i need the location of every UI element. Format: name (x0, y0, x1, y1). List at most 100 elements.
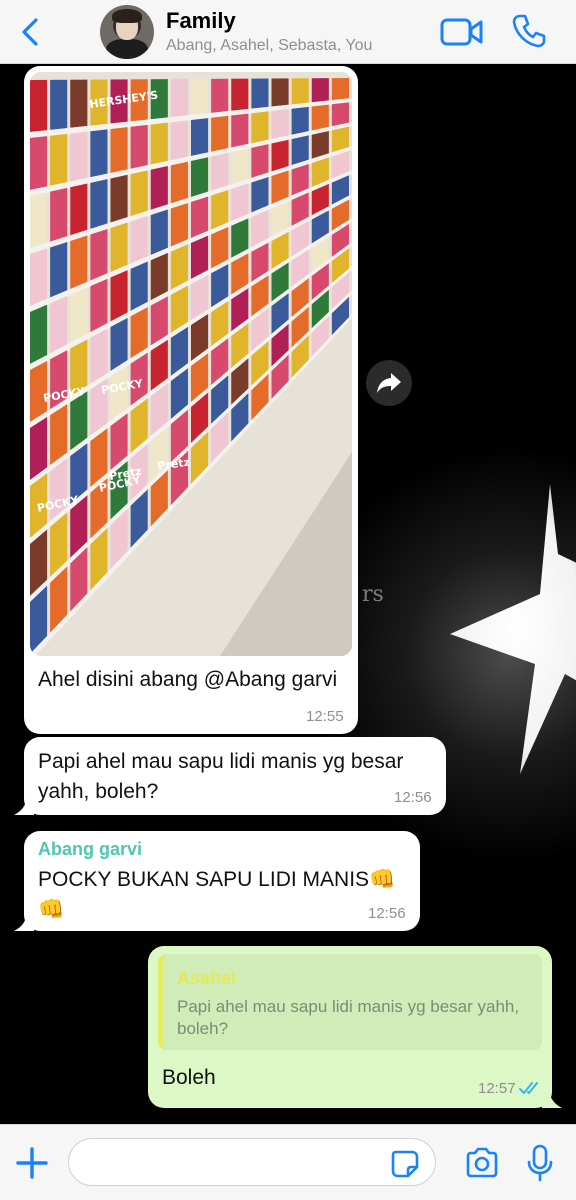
message-time: 12:56 (394, 789, 432, 806)
message-text: Papi ahel mau sapu lidi manis yg besar y… (38, 750, 404, 803)
read-receipt-icon (519, 1082, 538, 1094)
bubble-tail (14, 799, 34, 815)
shelf-product (110, 174, 128, 223)
incoming-message-bubble[interactable]: Papi ahel mau sapu lidi manis yg besar y… (14, 737, 446, 815)
shelf-product (30, 192, 48, 248)
shelf-product (271, 109, 289, 139)
message-time: 12:55 (306, 708, 344, 725)
quoted-text: Papi ahel mau sapu lidi manis yg besar y… (177, 997, 520, 1038)
chat-participants[interactable]: Abang, Asahel, Sebasta, You (166, 37, 372, 55)
shelf-product (211, 78, 229, 113)
shelf-product (130, 124, 148, 169)
shelf-product (70, 183, 88, 236)
shelf-product (110, 127, 128, 173)
shelf-product (291, 106, 309, 135)
shelf-product (90, 129, 108, 178)
shelf-product (231, 113, 249, 148)
shelf-product (170, 79, 188, 118)
shelf-product (130, 215, 148, 264)
background-overlay-text: rs (362, 582, 384, 607)
shelf-product (30, 304, 48, 364)
message-input[interactable] (85, 1149, 385, 1177)
shelf-product (150, 122, 168, 165)
shelf-product (70, 131, 88, 182)
shelf-product (90, 228, 108, 281)
chat-title[interactable]: Family (166, 8, 236, 34)
shelf-product (231, 78, 249, 111)
shelf-product (50, 241, 68, 298)
shelf-product (90, 278, 108, 333)
camera-button[interactable] (464, 1145, 500, 1181)
shelf-product (170, 120, 188, 161)
message-text: POCKY BUKAN SAPU LIDI MANIS👊 👊 (38, 868, 396, 921)
shared-photo[interactable]: HERSHEY'S POCKY POCKY POCKY POCKY Pretz Pretz (30, 72, 352, 656)
message-field[interactable] (68, 1138, 436, 1186)
shelf-product (271, 78, 289, 107)
shelf-product (271, 139, 289, 172)
chat-header: Family Abang, Asahel, Sebasta, You (0, 0, 576, 64)
avatar-figure (106, 39, 148, 59)
message-text: Boleh (162, 1066, 216, 1089)
shelf-product (70, 235, 88, 289)
shelf-product (211, 115, 229, 152)
shelf-product (30, 136, 48, 190)
video-camera-icon (440, 18, 483, 46)
message-time: 12:56 (368, 905, 406, 922)
plus-icon (16, 1147, 48, 1179)
shelf-product (50, 296, 68, 354)
voice-call-button[interactable] (511, 13, 547, 49)
shelf-product (311, 78, 329, 103)
shelf-product (251, 144, 269, 178)
shelf-product (130, 170, 148, 217)
star-shape (450, 484, 576, 774)
video-call-button[interactable] (440, 16, 484, 48)
shelf-product (30, 248, 48, 306)
shelf-product (191, 118, 209, 156)
shelf-product (170, 202, 188, 247)
shelf-product (50, 133, 68, 186)
shelf-product (251, 111, 269, 144)
shelf-product (331, 102, 349, 127)
attach-button[interactable] (14, 1145, 50, 1181)
shelf-product (110, 270, 128, 322)
shelf-product (170, 161, 188, 204)
sender-name[interactable]: Abang garvi (38, 839, 142, 860)
shelf-product (231, 148, 249, 185)
shelf-product (191, 157, 209, 197)
shelf-product (251, 78, 269, 109)
chevron-left-icon (22, 18, 38, 46)
shelf-product (150, 209, 168, 255)
bubble-tail (14, 915, 34, 931)
shelf-product (70, 287, 88, 343)
avatar-hair (112, 9, 142, 23)
camera-icon (466, 1147, 498, 1178)
message-time: 12:57 (478, 1080, 516, 1097)
bubble-tail (542, 1092, 562, 1108)
shelf-product (50, 187, 68, 242)
shelf-product (70, 79, 88, 128)
sticker-icon (391, 1150, 419, 1178)
shelf-product (50, 79, 68, 130)
shelf-product (30, 79, 48, 132)
phone-icon (512, 14, 546, 48)
microphone-button[interactable] (524, 1143, 556, 1183)
back-button[interactable] (16, 14, 48, 50)
forward-arrow-icon (377, 373, 401, 393)
sticker-button[interactable] (390, 1149, 420, 1179)
quoted-message[interactable]: Asahel Papi ahel mau sapu lidi manis yg … (158, 954, 542, 1050)
shelf-product (211, 152, 229, 191)
shelf-product (291, 78, 309, 105)
shelf-product (90, 179, 108, 229)
incoming-message-bubble[interactable]: Abang garvi POCKY BUKAN SAPU LIDI MANIS👊… (14, 831, 420, 931)
outgoing-message-bubble[interactable]: Asahel Papi ahel mau sapu lidi manis yg … (148, 946, 562, 1108)
shelf-product (331, 78, 349, 101)
shelf-product (110, 222, 128, 272)
group-avatar[interactable] (100, 5, 154, 59)
forward-button[interactable] (366, 360, 412, 406)
shelf-product (191, 196, 209, 238)
shelf-product (191, 78, 209, 115)
image-caption: Ahel disini abang @Abang garvi (38, 668, 338, 691)
microphone-icon (527, 1144, 553, 1182)
image-message-bubble[interactable]: HERSHEY'S POCKY POCKY POCKY POCKY Pretz Pretz … (24, 66, 358, 734)
store-shelf-image: HERSHEY'SPOCKY POCKYPOCKYPOCKYPretzPretz (30, 72, 352, 656)
